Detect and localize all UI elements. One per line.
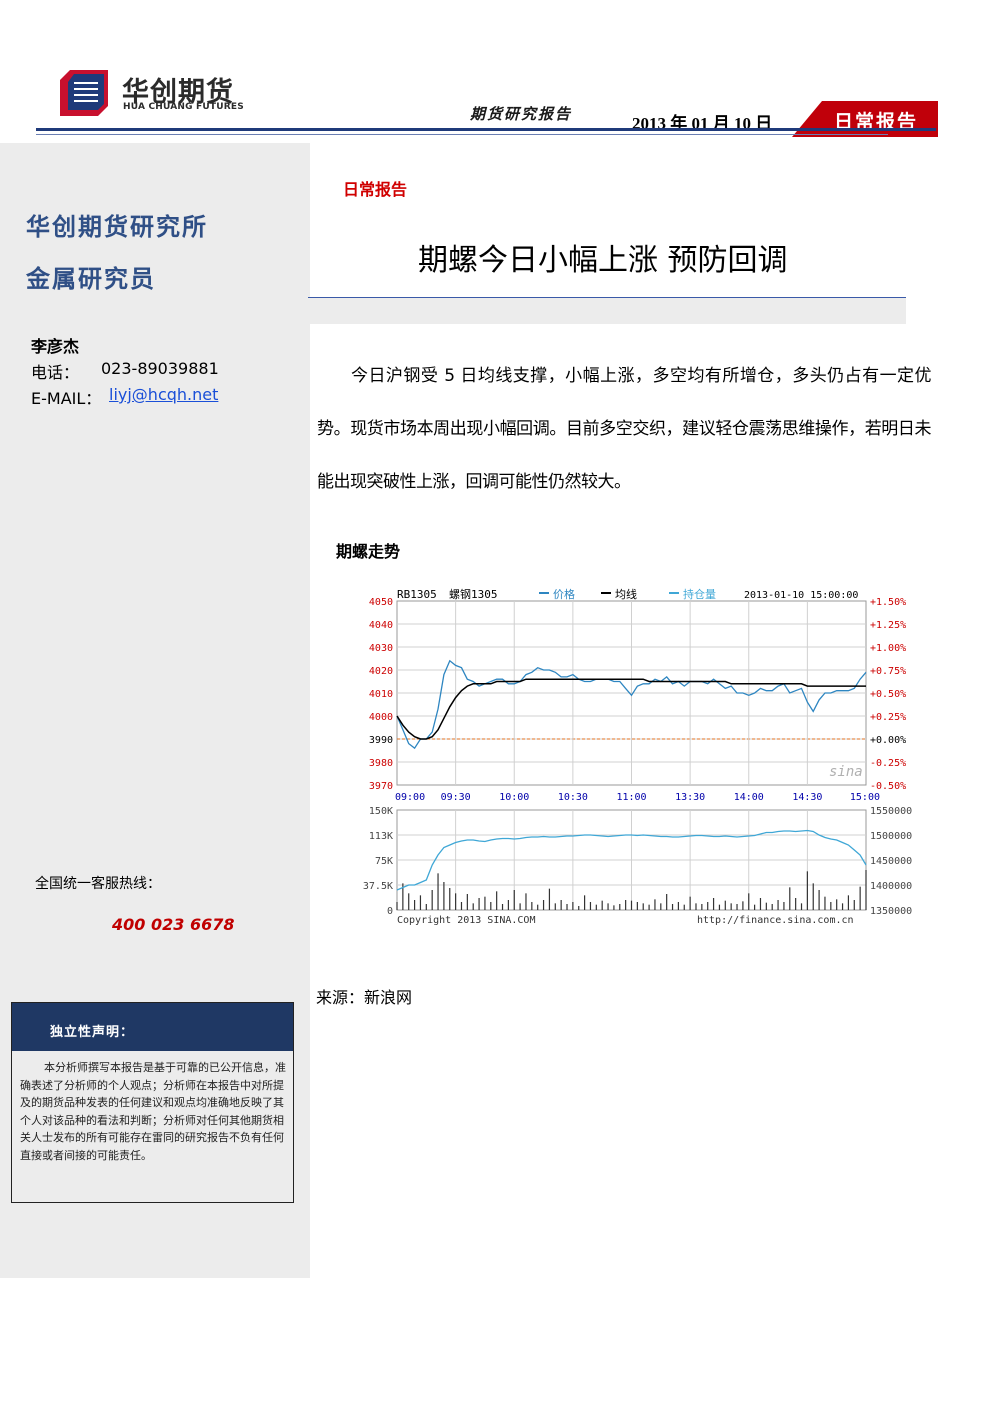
sidebar-role: 金属研究员 bbox=[26, 264, 156, 293]
time-tick-label: 13:30 bbox=[675, 792, 705, 803]
price-tick-label: 4050 bbox=[369, 597, 393, 608]
pct-tick-label: -0.25% bbox=[870, 758, 906, 769]
pct-tick-label: +0.00% bbox=[870, 735, 906, 746]
price-tick-label: 4020 bbox=[369, 666, 393, 677]
time-tick-label: 09:30 bbox=[441, 792, 471, 803]
volume-tick-label: 75K bbox=[375, 856, 393, 867]
price-tick-label: 3990 bbox=[369, 735, 393, 746]
time-tick-label: 15:00 bbox=[850, 792, 880, 803]
sidebar-institute: 华创期货研究所 bbox=[26, 212, 208, 241]
price-tick-label: 4040 bbox=[369, 620, 393, 631]
pct-tick-label: +1.50% bbox=[870, 597, 906, 608]
time-tick-label: 11:00 bbox=[616, 792, 646, 803]
chart-title: 期螺走势 bbox=[336, 542, 401, 561]
price-tick-label: 4010 bbox=[369, 689, 393, 700]
email-label: E-MAIL： bbox=[31, 389, 102, 408]
title-rule bbox=[308, 297, 906, 298]
volume-tick-label: 150K bbox=[369, 806, 393, 817]
time-tick-label: 10:30 bbox=[558, 792, 588, 803]
brand-name-english: HUA CHUANG FUTURES bbox=[123, 102, 244, 112]
pct-tick-label: +1.00% bbox=[870, 643, 906, 654]
oi-tick-label: 1450000 bbox=[870, 856, 912, 867]
pct-tick-label: +1.25% bbox=[870, 620, 906, 631]
volume-tick-label: 113K bbox=[369, 831, 393, 842]
oi-tick-label: 1500000 bbox=[870, 831, 912, 842]
chart-url: http://finance.sina.com.cn bbox=[697, 915, 854, 926]
time-tick-label: 14:30 bbox=[792, 792, 822, 803]
price-tick-label: 3970 bbox=[369, 781, 393, 792]
legend-oi: 持仓量 bbox=[683, 587, 716, 601]
hotline-number: 400 023 6678 bbox=[112, 915, 235, 934]
price-chart: RB1305 螺钢1305 价格 均线 持仓量 2013-01-10 15:00… bbox=[363, 587, 912, 926]
pct-tick-label: +0.25% bbox=[870, 712, 906, 723]
time-tick-label: 09:00 bbox=[395, 792, 425, 803]
report-type: 期货研究报告 bbox=[470, 105, 573, 123]
price-tick-label: 4030 bbox=[369, 643, 393, 654]
phone-label: 电话： bbox=[31, 363, 80, 382]
header-divider-thin bbox=[36, 134, 888, 135]
oi-tick-label: 1350000 bbox=[870, 906, 912, 917]
volume-tick-label: 0 bbox=[387, 906, 393, 917]
hotline-label: 全国统一客服热线： bbox=[35, 876, 161, 892]
pct-tick-label: +0.50% bbox=[870, 689, 906, 700]
price-tick-label: 3980 bbox=[369, 758, 393, 769]
legend-price: 价格 bbox=[553, 587, 575, 601]
chart-timestamp: 2013-01-10 15:00:00 bbox=[744, 590, 858, 601]
pct-tick-label: -0.50% bbox=[870, 781, 906, 792]
category-label: 日常报告 bbox=[343, 180, 408, 199]
chart-watermark: sina bbox=[829, 764, 863, 780]
article-paragraph: 今日沪钢受 5 日均线支撑，小幅上涨，多空均有所增仓，多头仍占有一定优势。现货市… bbox=[317, 366, 932, 492]
company-logo-icon bbox=[60, 70, 108, 116]
chart-code: RB1305 bbox=[397, 588, 437, 601]
disclaimer-box: 独立性声明： 本分析师撰写本报告是基于可靠的已公开信息，准确表述了分析师的个人观… bbox=[11, 1002, 294, 1203]
source-note: 来源：新浪网 bbox=[316, 988, 413, 1007]
email-link[interactable]: liyj@hcqh.net bbox=[109, 385, 218, 404]
header-divider bbox=[36, 128, 936, 131]
oi-tick-label: 1550000 bbox=[870, 806, 912, 817]
pct-tick-label: +0.75% bbox=[870, 666, 906, 677]
phone-number: 023-89039881 bbox=[101, 359, 219, 378]
legend-avg: 均线 bbox=[615, 587, 637, 601]
volume-tick-label: 37.5K bbox=[363, 881, 393, 892]
author-name: 李彦杰 bbox=[31, 337, 80, 356]
disclaimer-text: 本分析师撰写本报告是基于可靠的已公开信息，准确表述了分析师的个人观点；分析师在本… bbox=[20, 1061, 286, 1162]
article-title: 期螺今日小幅上涨 预防回调 bbox=[418, 243, 788, 278]
disclaimer-title: 独立性声明： bbox=[50, 1025, 135, 1040]
chart-copyright: Copyright 2013 SINA.COM bbox=[397, 915, 535, 926]
oi-tick-label: 1400000 bbox=[870, 881, 912, 892]
time-tick-label: 10:00 bbox=[499, 792, 529, 803]
chart-contract-name: 螺钢1305 bbox=[449, 588, 498, 601]
title-band bbox=[308, 297, 906, 324]
time-tick-label: 14:00 bbox=[734, 792, 764, 803]
price-tick-label: 4000 bbox=[369, 712, 393, 723]
